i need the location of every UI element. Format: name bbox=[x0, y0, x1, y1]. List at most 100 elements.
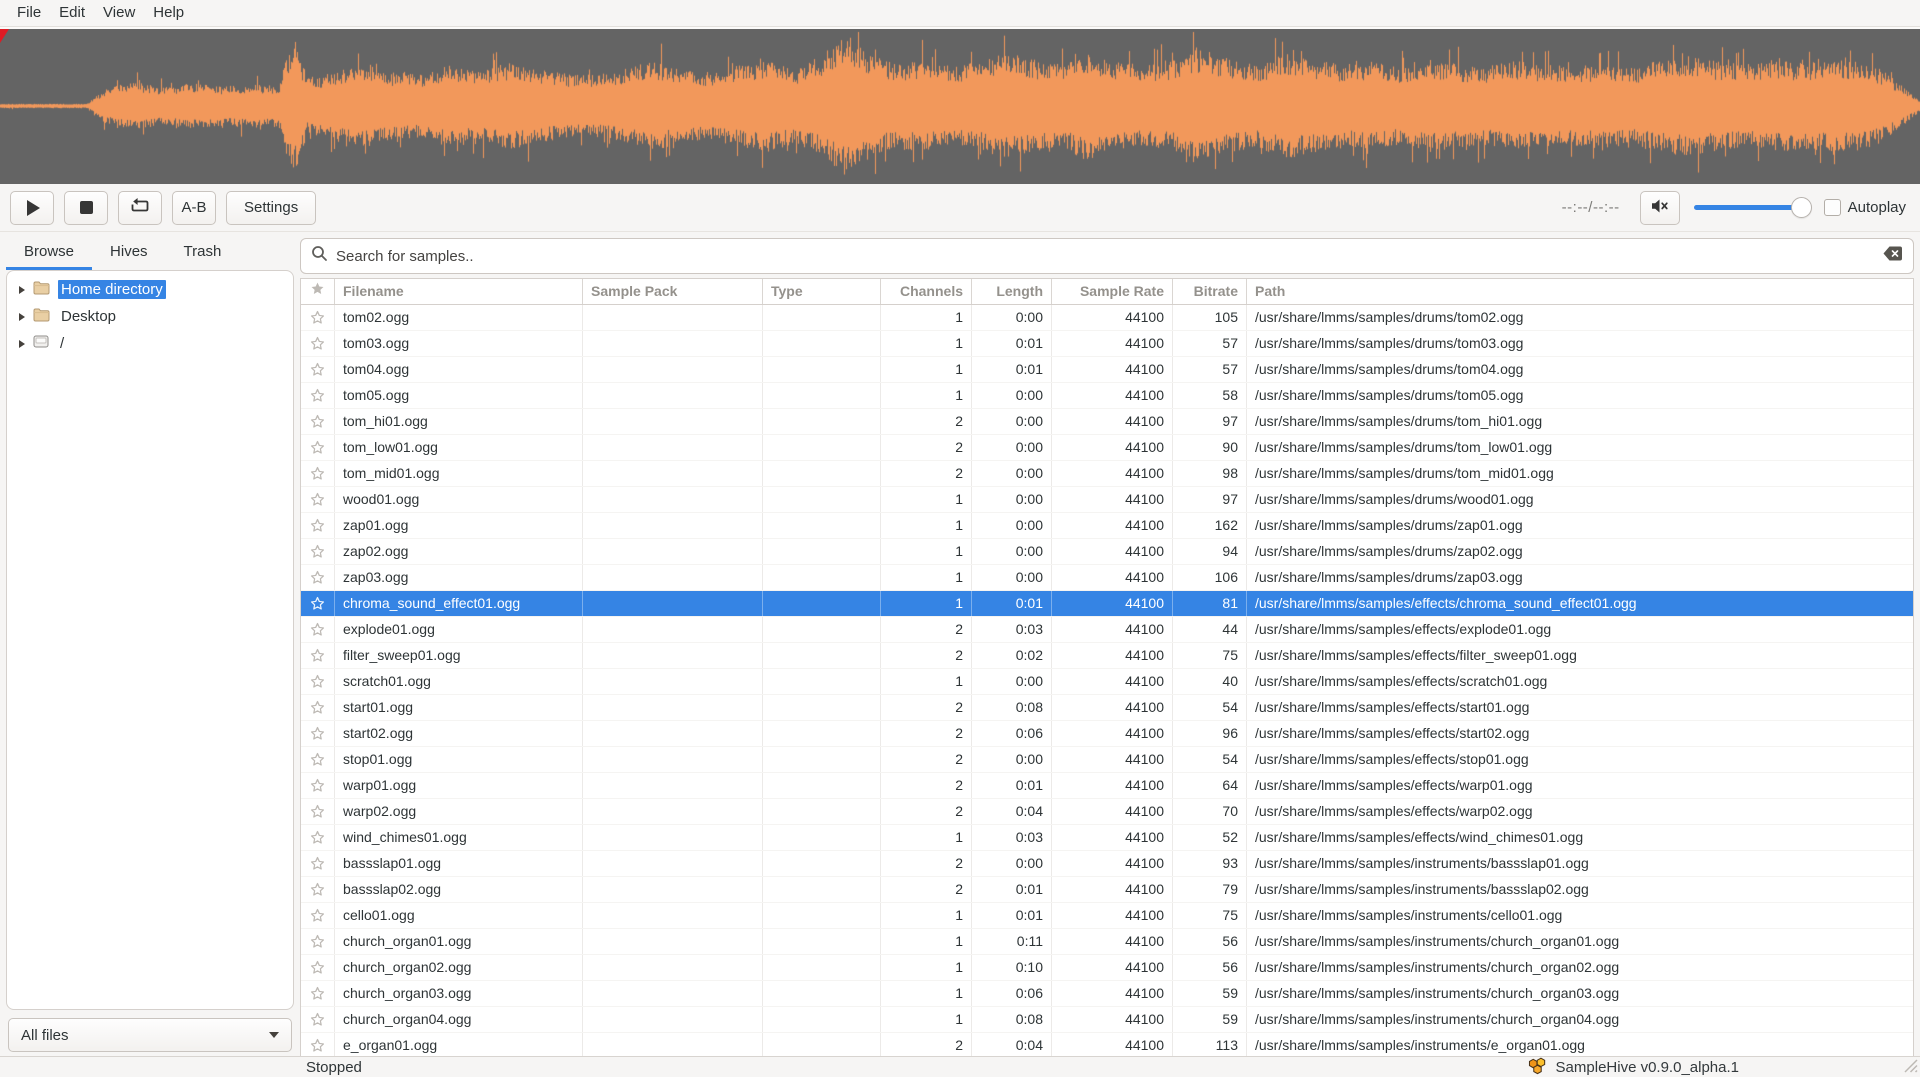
menu-file[interactable]: File bbox=[8, 0, 50, 26]
column-header-favorite[interactable] bbox=[301, 279, 335, 304]
favorite-star-icon[interactable] bbox=[301, 955, 335, 980]
table-row[interactable]: bassslap01.ogg20:004410093/usr/share/lmm… bbox=[301, 851, 1913, 877]
table-row[interactable]: bassslap02.ogg20:014410079/usr/share/lmm… bbox=[301, 877, 1913, 903]
favorite-star-icon[interactable] bbox=[301, 383, 335, 408]
table-row[interactable]: tom02.ogg10:0044100105/usr/share/lmms/sa… bbox=[301, 305, 1913, 331]
table-row[interactable]: tom_mid01.ogg20:004410098/usr/share/lmms… bbox=[301, 461, 1913, 487]
favorite-star-icon[interactable] bbox=[301, 877, 335, 902]
favorite-star-icon[interactable] bbox=[301, 591, 335, 616]
table-row[interactable]: scratch01.ogg10:004410040/usr/share/lmms… bbox=[301, 669, 1913, 695]
table-row[interactable]: church_organ02.ogg10:104410056/usr/share… bbox=[301, 955, 1913, 981]
mute-button[interactable] bbox=[1640, 191, 1680, 225]
column-header-filename[interactable]: Filename bbox=[335, 279, 583, 304]
favorite-star-icon[interactable] bbox=[301, 461, 335, 486]
tab-browse[interactable]: Browse bbox=[6, 236, 92, 270]
tree-item-root[interactable]: / bbox=[7, 330, 293, 357]
table-row[interactable]: zap02.ogg10:004410094/usr/share/lmms/sam… bbox=[301, 539, 1913, 565]
table-row[interactable]: zap01.ogg10:0044100162/usr/share/lmms/sa… bbox=[301, 513, 1913, 539]
column-header-type[interactable]: Type bbox=[763, 279, 881, 304]
tab-trash[interactable]: Trash bbox=[166, 236, 240, 270]
cell-channels: 2 bbox=[881, 851, 972, 876]
table-row[interactable]: cello01.ogg10:014410075/usr/share/lmms/s… bbox=[301, 903, 1913, 929]
cell-bitrate: 59 bbox=[1173, 1007, 1247, 1032]
favorite-star-icon[interactable] bbox=[301, 357, 335, 382]
favorite-star-icon[interactable] bbox=[301, 747, 335, 772]
table-row[interactable]: tom05.ogg10:004410058/usr/share/lmms/sam… bbox=[301, 383, 1913, 409]
favorite-star-icon[interactable] bbox=[301, 1007, 335, 1032]
table-row[interactable]: stop01.ogg20:004410054/usr/share/lmms/sa… bbox=[301, 747, 1913, 773]
favorite-star-icon[interactable] bbox=[301, 435, 335, 460]
expander-icon[interactable] bbox=[19, 313, 25, 321]
table-row[interactable]: church_organ04.ogg10:084410059/usr/share… bbox=[301, 1007, 1913, 1033]
table-row[interactable]: filter_sweep01.ogg20:024410075/usr/share… bbox=[301, 643, 1913, 669]
waveform-display[interactable] bbox=[0, 27, 1920, 184]
expander-icon[interactable] bbox=[19, 340, 25, 348]
search-input[interactable] bbox=[336, 248, 1874, 265]
column-header-sample-pack[interactable]: Sample Pack bbox=[583, 279, 763, 304]
tree-item-desktop[interactable]: Desktop bbox=[7, 303, 293, 330]
favorite-star-icon[interactable] bbox=[301, 617, 335, 642]
table-row[interactable]: warp01.ogg20:014410064/usr/share/lmms/sa… bbox=[301, 773, 1913, 799]
favorite-star-icon[interactable] bbox=[301, 539, 335, 564]
favorite-star-icon[interactable] bbox=[301, 643, 335, 668]
table-row[interactable]: chroma_sound_effect01.ogg10:014410081/us… bbox=[301, 591, 1913, 617]
table-row[interactable]: start02.ogg20:064410096/usr/share/lmms/s… bbox=[301, 721, 1913, 747]
stop-button[interactable] bbox=[64, 191, 108, 225]
favorite-star-icon[interactable] bbox=[301, 409, 335, 434]
volume-slider[interactable] bbox=[1694, 197, 1810, 218]
table-row[interactable]: e_organ01.ogg20:0444100113/usr/share/lmm… bbox=[301, 1033, 1913, 1056]
play-button[interactable] bbox=[10, 191, 54, 225]
favorite-star-icon[interactable] bbox=[301, 825, 335, 850]
clear-search-icon[interactable] bbox=[1882, 245, 1903, 267]
expander-icon[interactable] bbox=[19, 286, 25, 294]
favorite-star-icon[interactable] bbox=[301, 669, 335, 694]
file-filter-dropdown[interactable]: All files bbox=[8, 1018, 292, 1052]
autoplay-checkbox[interactable] bbox=[1824, 199, 1841, 216]
loop-button[interactable] bbox=[118, 191, 162, 225]
favorite-star-icon[interactable] bbox=[301, 695, 335, 720]
table-row[interactable]: tom_hi01.ogg20:004410097/usr/share/lmms/… bbox=[301, 409, 1913, 435]
favorite-star-icon[interactable] bbox=[301, 1033, 335, 1056]
favorite-star-icon[interactable] bbox=[301, 331, 335, 356]
cell-length: 0:00 bbox=[972, 461, 1052, 486]
tree-item-home[interactable]: Home directory bbox=[7, 276, 293, 303]
cell-type bbox=[763, 539, 881, 564]
menu-help[interactable]: Help bbox=[144, 0, 193, 26]
favorite-star-icon[interactable] bbox=[301, 721, 335, 746]
menu-view[interactable]: View bbox=[94, 0, 144, 26]
resize-grip[interactable] bbox=[1902, 1057, 1918, 1076]
tab-hives[interactable]: Hives bbox=[92, 236, 166, 270]
favorite-star-icon[interactable] bbox=[301, 305, 335, 330]
favorite-star-icon[interactable] bbox=[301, 851, 335, 876]
table-row[interactable]: wind_chimes01.ogg10:034410052/usr/share/… bbox=[301, 825, 1913, 851]
column-header-length[interactable]: Length bbox=[972, 279, 1052, 304]
cell-path: /usr/share/lmms/samples/instruments/chur… bbox=[1247, 955, 1913, 980]
column-header-sample-rate[interactable]: Sample Rate bbox=[1052, 279, 1173, 304]
table-row[interactable]: zap03.ogg10:0044100106/usr/share/lmms/sa… bbox=[301, 565, 1913, 591]
favorite-star-icon[interactable] bbox=[301, 487, 335, 512]
column-header-channels[interactable]: Channels bbox=[881, 279, 972, 304]
favorite-star-icon[interactable] bbox=[301, 773, 335, 798]
settings-button[interactable]: Settings bbox=[226, 191, 316, 225]
table-row[interactable]: church_organ03.ogg10:064410059/usr/share… bbox=[301, 981, 1913, 1007]
volume-slider-thumb[interactable] bbox=[1791, 197, 1812, 218]
table-row[interactable]: warp02.ogg20:044410070/usr/share/lmms/sa… bbox=[301, 799, 1913, 825]
favorite-star-icon[interactable] bbox=[301, 513, 335, 538]
table-row[interactable]: wood01.ogg10:004410097/usr/share/lmms/sa… bbox=[301, 487, 1913, 513]
table-row[interactable]: church_organ01.ogg10:114410056/usr/share… bbox=[301, 929, 1913, 955]
favorite-star-icon[interactable] bbox=[301, 929, 335, 954]
table-row[interactable]: start01.ogg20:084410054/usr/share/lmms/s… bbox=[301, 695, 1913, 721]
table-row[interactable]: tom03.ogg10:014410057/usr/share/lmms/sam… bbox=[301, 331, 1913, 357]
column-header-path[interactable]: Path bbox=[1247, 279, 1913, 304]
favorite-star-icon[interactable] bbox=[301, 565, 335, 590]
loop-ab-button[interactable]: A-B bbox=[172, 191, 216, 225]
favorite-star-icon[interactable] bbox=[301, 981, 335, 1006]
tree-item-desktop-label: Desktop bbox=[58, 307, 119, 326]
favorite-star-icon[interactable] bbox=[301, 799, 335, 824]
table-row[interactable]: explode01.ogg20:034410044/usr/share/lmms… bbox=[301, 617, 1913, 643]
table-row[interactable]: tom04.ogg10:014410057/usr/share/lmms/sam… bbox=[301, 357, 1913, 383]
menu-edit[interactable]: Edit bbox=[50, 0, 94, 26]
table-row[interactable]: tom_low01.ogg20:004410090/usr/share/lmms… bbox=[301, 435, 1913, 461]
favorite-star-icon[interactable] bbox=[301, 903, 335, 928]
column-header-bitrate[interactable]: Bitrate bbox=[1173, 279, 1247, 304]
